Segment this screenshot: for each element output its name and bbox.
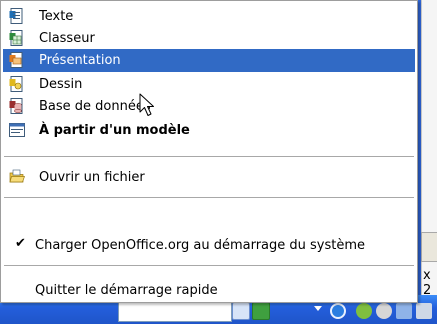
quickstarter-context-menu: Texte Classeur Présentation Dessin Base … — [0, 0, 418, 303]
impress-presentation-icon — [9, 52, 23, 68]
menu-item-quit-quickstarter[interactable]: Quitter le démarrage rapide — [3, 278, 415, 302]
tray-openoffice-icon[interactable] — [416, 303, 432, 319]
base-database-icon — [9, 98, 23, 114]
menu-item-from-template[interactable]: À partir d'un modèle — [3, 117, 415, 143]
mouse-pointer-icon — [139, 93, 154, 116]
draw-drawing-icon — [9, 76, 23, 92]
menu-item-label: Texte — [39, 8, 74, 24]
menu-item-classeur[interactable]: Classeur — [3, 27, 415, 49]
menu-item-label: Présentation — [39, 53, 121, 68]
menu-separator — [4, 156, 414, 157]
menu-item-label: Quitter le démarrage rapide — [35, 282, 218, 298]
taskbar-address-field[interactable] — [118, 302, 232, 322]
menu-item-label: Base de données — [39, 98, 151, 114]
checkmark-icon: ✔ — [15, 236, 26, 251]
menu-separator — [4, 197, 414, 198]
background-tab — [421, 232, 437, 262]
taskbar-go-button[interactable] — [252, 302, 270, 320]
menu-item-label: Charger OpenOffice.org au démarrage du s… — [35, 237, 366, 253]
tray-app-icon[interactable] — [396, 303, 412, 319]
chevron-down-icon[interactable] — [314, 306, 322, 311]
template-icon — [9, 123, 25, 137]
menu-item-presentation[interactable]: Présentation — [3, 49, 415, 72]
background-tab-text: x 2 — [423, 268, 432, 298]
writer-document-icon — [9, 8, 23, 24]
menu-separator — [4, 265, 414, 266]
menu-item-label: Classeur — [39, 30, 95, 46]
menu-item-load-at-startup[interactable]: ✔ Charger OpenOffice.org au démarrage du… — [3, 233, 415, 257]
menu-item-label: Dessin — [39, 76, 83, 92]
menu-item-open-file[interactable]: Ouvrir un fichier — [3, 165, 415, 189]
calc-spreadsheet-icon — [9, 30, 23, 46]
taskbar-button[interactable] — [232, 302, 250, 320]
menu-item-texte[interactable]: Texte — [3, 5, 415, 27]
menu-item-label: Ouvrir un fichier — [39, 169, 145, 185]
tray-network-icon[interactable] — [330, 303, 346, 319]
menu-item-label: À partir d'un modèle — [39, 122, 190, 138]
menu-item-base-de-donnees[interactable]: Base de données — [3, 95, 415, 117]
tray-app-icon[interactable] — [376, 303, 392, 319]
tray-app-icon[interactable] — [356, 303, 372, 319]
folder-open-icon — [9, 169, 25, 183]
menu-item-dessin[interactable]: Dessin — [3, 73, 415, 95]
